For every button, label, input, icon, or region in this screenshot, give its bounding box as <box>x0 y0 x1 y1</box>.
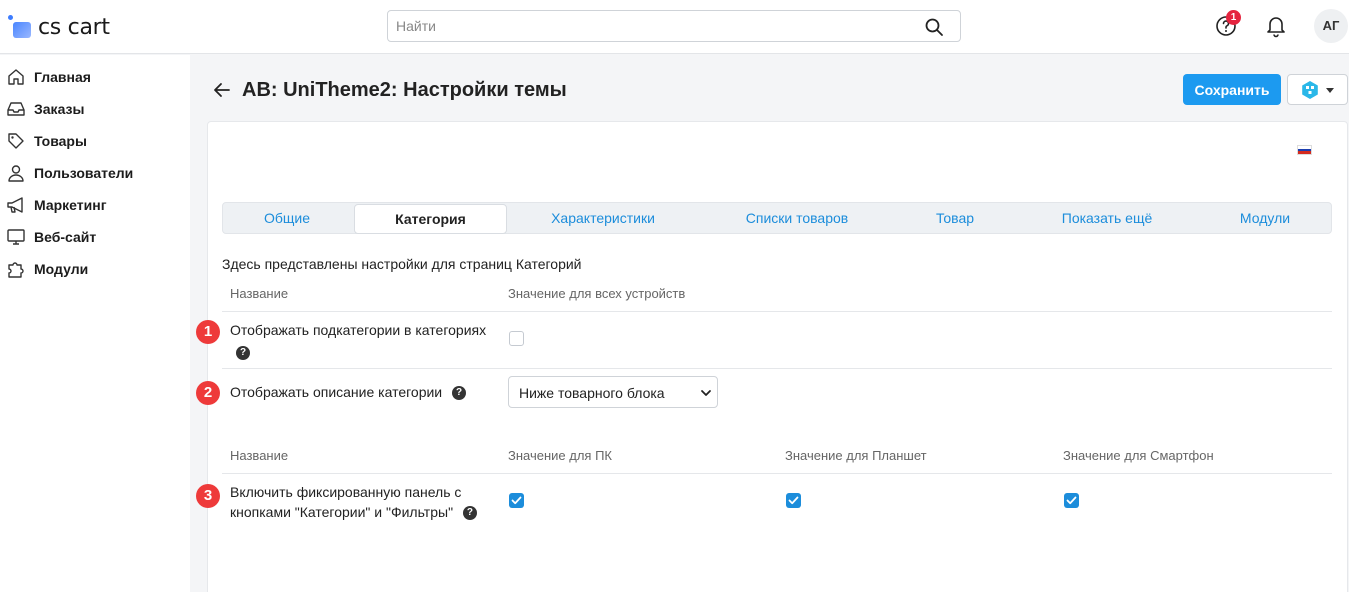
sidebar-item-label: Веб-сайт <box>34 229 97 245</box>
user-avatar[interactable]: АГ <box>1314 9 1348 43</box>
sidebar-item-orders[interactable]: Заказы <box>0 93 190 125</box>
marker-2: 2 <box>196 381 220 405</box>
setting-label-text: Отображать описание категории <box>230 384 443 400</box>
help-tooltip-icon[interactable]: ? <box>462 506 477 521</box>
logo-mark-icon <box>8 15 34 39</box>
notification-badge: 1 <box>1226 10 1241 25</box>
puzzle-icon <box>8 262 24 278</box>
show-subcategories-checkbox[interactable] <box>509 331 524 346</box>
tag-icon <box>8 133 24 149</box>
setting-label-text: Отображать подкатегории в категориях <box>230 322 487 338</box>
addon-settings-icon <box>1302 81 1318 99</box>
bell-icon[interactable] <box>1264 13 1288 39</box>
tab-addons[interactable]: Модули <box>1223 203 1307 233</box>
tab-features[interactable]: Характеристики <box>523 203 683 233</box>
divider <box>222 311 1332 312</box>
search-icon[interactable] <box>924 17 944 37</box>
tools-dropdown-button[interactable] <box>1287 74 1348 105</box>
russian-flag-icon[interactable] <box>1297 145 1312 155</box>
tab-product[interactable]: Товар <box>913 203 997 233</box>
tab-general[interactable]: Общие <box>223 203 351 233</box>
column-header-pc: Значение для ПК <box>508 448 612 463</box>
column-header-tablet: Значение для Планшет <box>785 448 927 463</box>
divider <box>222 368 1332 369</box>
sidebar-item-label: Модули <box>34 261 89 277</box>
tab-show-more[interactable]: Показать ещё <box>1043 203 1171 233</box>
page-title: AB: UniTheme2: Настройки темы <box>242 79 567 101</box>
sidebar-item-marketing[interactable]: Маркетинг <box>0 189 190 221</box>
sidebar-item-label: Заказы <box>34 101 85 117</box>
fixed-panel-smartphone-checkbox[interactable] <box>1064 493 1079 508</box>
select-value: Ниже товарного блока <box>519 385 665 401</box>
sidebar-item-home[interactable]: Главная <box>0 61 190 93</box>
sidebar-item-label: Маркетинг <box>34 197 107 213</box>
search-box <box>387 10 961 42</box>
fixed-panel-pc-checkbox[interactable] <box>509 493 524 508</box>
setting-label-text: Включить фиксированную панель с <box>230 484 462 500</box>
column-header-all-devices: Значение для всех устройств <box>508 286 686 301</box>
sidebar-item-label: Пользователи <box>34 165 134 181</box>
marker-1: 1 <box>196 320 220 344</box>
sidebar-item-label: Товары <box>34 133 87 149</box>
home-icon <box>8 69 24 85</box>
setting-label-show-subcategories: Отображать подкатегории в категориях ? <box>230 320 500 360</box>
search-input[interactable] <box>388 11 908 41</box>
column-header-name: Название <box>230 286 289 301</box>
divider <box>222 473 1332 474</box>
inbox-icon <box>7 102 25 116</box>
logo-text: cs cart <box>38 14 110 40</box>
monitor-icon <box>7 229 25 245</box>
column-header-name: Название <box>230 448 289 463</box>
sidebar: Главная Заказы Товары Пользователи Марке… <box>0 55 190 592</box>
sidebar-item-products[interactable]: Товары <box>0 125 190 157</box>
sidebar-item-addons[interactable]: Модули <box>0 253 190 285</box>
chevron-down-icon <box>701 390 711 396</box>
category-description-select[interactable]: Ниже товарного блока <box>508 376 718 408</box>
cs-cart-logo[interactable]: cs cart <box>8 13 110 41</box>
section-description: Здесь представлены настройки для страниц… <box>222 256 582 272</box>
help-tooltip-icon[interactable]: ? <box>452 386 467 401</box>
setting-label-fixed-panel: Включить фиксированную панель с кнопками… <box>230 482 500 522</box>
sidebar-item-website[interactable]: Веб-сайт <box>0 221 190 253</box>
column-header-smartphone: Значение для Смартфон <box>1063 448 1214 463</box>
fixed-panel-tablet-checkbox[interactable] <box>786 493 801 508</box>
save-button[interactable]: Сохранить <box>1183 74 1281 105</box>
top-header: cs cart 1 АГ <box>0 0 1349 54</box>
tabs-bar: Общие Категория Характеристики Списки то… <box>222 202 1332 234</box>
tab-category[interactable]: Категория <box>354 204 507 234</box>
chevron-down-icon <box>1326 88 1334 93</box>
marker-3: 3 <box>196 484 220 508</box>
sidebar-item-users[interactable]: Пользователи <box>0 157 190 189</box>
help-tooltip-icon[interactable]: ? <box>236 345 250 360</box>
sidebar-item-label: Главная <box>34 69 91 85</box>
setting-label-text: кнопками "Категории" и "Фильтры" <box>230 504 454 520</box>
user-icon <box>8 165 24 182</box>
tab-product-lists[interactable]: Списки товаров <box>723 203 871 233</box>
back-arrow-icon[interactable] <box>212 80 232 100</box>
megaphone-icon <box>7 197 23 213</box>
setting-label-category-description: Отображать описание категории ? <box>230 382 467 402</box>
